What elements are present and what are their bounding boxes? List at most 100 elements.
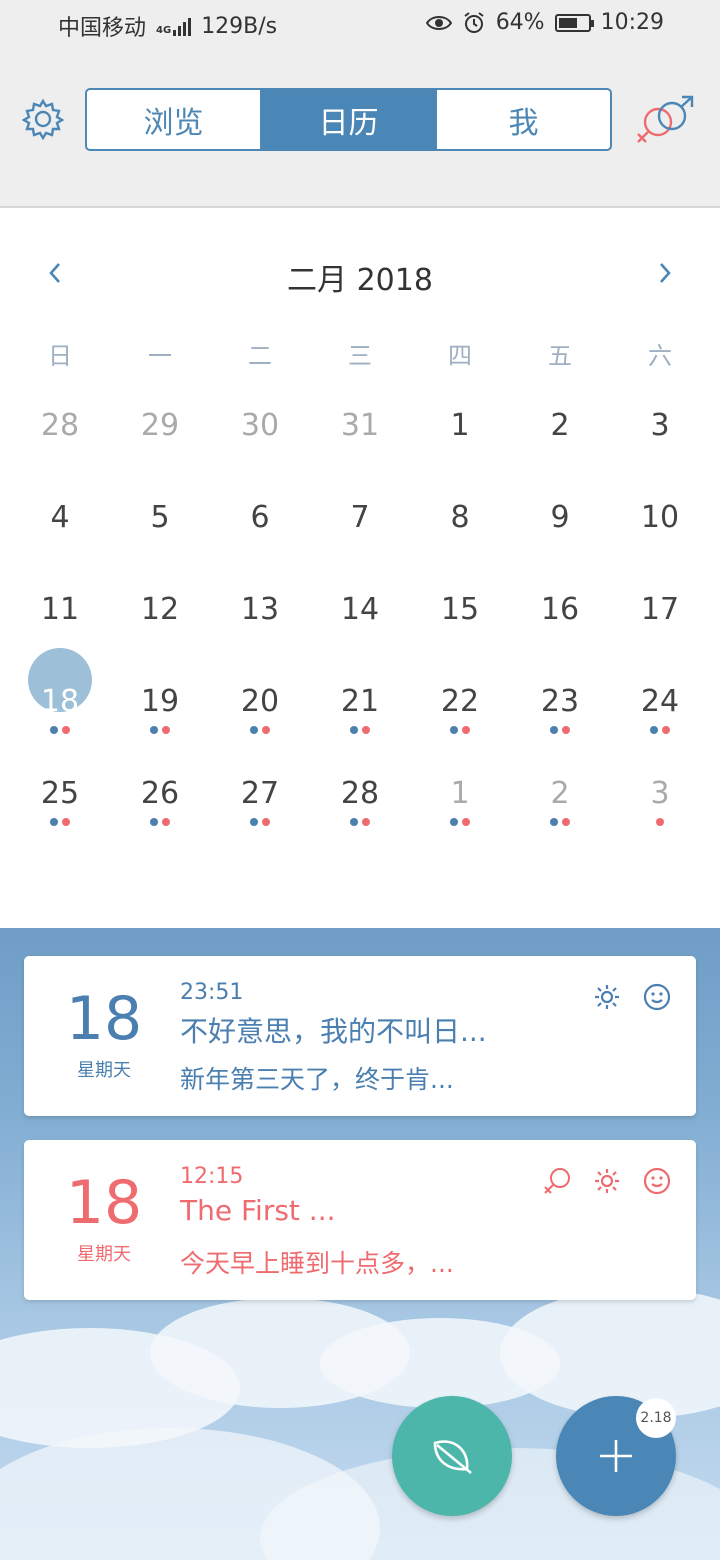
red-dot bbox=[62, 818, 70, 826]
gender-icon[interactable] bbox=[634, 94, 698, 146]
day-number: 1 bbox=[450, 408, 470, 443]
leaf-button[interactable] bbox=[392, 1396, 512, 1516]
entry-indicator-dots bbox=[310, 818, 410, 826]
tab-me[interactable]: 我 bbox=[437, 90, 610, 149]
day-number: 24 bbox=[640, 684, 680, 719]
entry-day: 18 bbox=[65, 1168, 143, 1238]
day-number: 18 bbox=[40, 684, 80, 719]
weekday-label: 四 bbox=[448, 342, 472, 370]
calendar-day[interactable]: 20 bbox=[210, 656, 310, 748]
calendar-day[interactable]: 10 bbox=[610, 472, 710, 564]
blue-dot bbox=[50, 818, 58, 826]
calendar-grid: 28 29 30 31 1 2 3 4 5 6 7 8 9 10 11 12 13 14 15 16 17 18 19 20 2… bbox=[10, 380, 710, 840]
day-number: 11 bbox=[40, 592, 80, 627]
calendar-day[interactable]: 28 bbox=[310, 748, 410, 840]
blue-dot bbox=[150, 818, 158, 826]
blue-dot bbox=[150, 726, 158, 734]
entry-day: 18 bbox=[65, 984, 143, 1054]
tab-browse[interactable]: 浏览 bbox=[87, 90, 262, 149]
calendar-day[interactable]: 1 bbox=[410, 380, 510, 472]
calendar-day[interactable]: 2 bbox=[510, 380, 610, 472]
day-number: 26 bbox=[140, 776, 180, 811]
day-number: 16 bbox=[540, 592, 580, 627]
calendar-day[interactable]: 4 bbox=[10, 472, 110, 564]
calendar-day[interactable]: 26 bbox=[110, 748, 210, 840]
calendar-day[interactable]: 25 bbox=[10, 748, 110, 840]
day-number: 25 bbox=[40, 776, 80, 811]
calendar-day[interactable]: 31 bbox=[310, 380, 410, 472]
calendar-day[interactable]: 17 bbox=[610, 564, 710, 656]
battery-percent: 64% bbox=[495, 10, 545, 35]
status-bar: 中国移动 4G 129B/s 64% 10:29 bbox=[0, 0, 720, 50]
network-indicator: 4G bbox=[156, 16, 192, 36]
view-switcher: 浏览 日历 我 bbox=[85, 88, 612, 151]
blue-dot bbox=[50, 726, 58, 734]
settings-gear-icon[interactable] bbox=[22, 98, 64, 140]
day-number: 15 bbox=[440, 592, 480, 627]
calendar-day[interactable]: 16 bbox=[510, 564, 610, 656]
blue-dot bbox=[250, 818, 258, 826]
entry-indicator-dots bbox=[610, 818, 710, 826]
day-number: 21 bbox=[340, 684, 380, 719]
calendar-day[interactable]: 12 bbox=[110, 564, 210, 656]
day-number: 10 bbox=[640, 500, 680, 535]
tab-calendar[interactable]: 日历 bbox=[262, 90, 437, 149]
calendar-day[interactable]: 9 bbox=[510, 472, 610, 564]
day-number: 8 bbox=[450, 500, 470, 535]
calendar-day[interactable]: 3 bbox=[610, 380, 710, 472]
blue-dot bbox=[450, 726, 458, 734]
alarm-icon bbox=[464, 11, 484, 33]
entry-card[interactable]: 18 星期天 12:15 The First ... 今天早上睡到十点多，... bbox=[24, 1140, 696, 1300]
entry-indicator-dots bbox=[310, 726, 410, 734]
calendar-day[interactable]: 11 bbox=[10, 564, 110, 656]
entry-indicator-dots bbox=[10, 726, 110, 734]
blue-dot bbox=[250, 726, 258, 734]
calendar-day[interactable]: 27 bbox=[210, 748, 310, 840]
calendar-day[interactable]: 29 bbox=[110, 380, 210, 472]
day-number: 14 bbox=[340, 592, 380, 627]
day-number: 3 bbox=[650, 408, 670, 443]
calendar-day[interactable]: 7 bbox=[310, 472, 410, 564]
calendar-day[interactable]: 14 bbox=[310, 564, 410, 656]
entry-indicator-dots bbox=[610, 726, 710, 734]
calendar-day[interactable]: 30 bbox=[210, 380, 310, 472]
entry-title: 不好意思，我的不叫日... bbox=[180, 1015, 487, 1048]
blue-dot bbox=[550, 818, 558, 826]
calendar-day[interactable]: 3 bbox=[610, 748, 710, 840]
calendar-month-title: 二月 2018 bbox=[287, 263, 433, 298]
entry-card[interactable]: 18 星期天 23:51 不好意思，我的不叫日... 新年第三天了，终于肯... bbox=[24, 956, 696, 1116]
red-dot bbox=[362, 726, 370, 734]
red-dot bbox=[656, 818, 664, 826]
calendar-day-selected[interactable]: 18 bbox=[10, 648, 110, 748]
day-number: 6 bbox=[250, 500, 270, 535]
day-number: 22 bbox=[440, 684, 480, 719]
calendar-day[interactable]: 23 bbox=[510, 656, 610, 748]
chevron-right-icon[interactable] bbox=[650, 258, 680, 288]
day-number: 7 bbox=[350, 500, 370, 535]
weekday-label: 五 bbox=[548, 342, 572, 370]
calendar-day[interactable]: 15 bbox=[410, 564, 510, 656]
clock: 10:29 bbox=[600, 10, 664, 35]
sun-icon bbox=[595, 985, 619, 1009]
calendar-day[interactable]: 13 bbox=[210, 564, 310, 656]
day-number: 31 bbox=[340, 408, 380, 443]
calendar-day[interactable]: 22 bbox=[410, 656, 510, 748]
calendar-day[interactable]: 28 bbox=[10, 380, 110, 472]
calendar-day[interactable]: 5 bbox=[110, 472, 210, 564]
calendar-day[interactable]: 8 bbox=[410, 472, 510, 564]
blue-dot bbox=[550, 726, 558, 734]
day-number: 29 bbox=[140, 408, 180, 443]
calendar-day[interactable]: 2 bbox=[510, 748, 610, 840]
day-number: 1 bbox=[450, 776, 470, 811]
red-dot bbox=[462, 726, 470, 734]
app-header: 浏览 日历 我 bbox=[0, 50, 720, 208]
calendar-day[interactable]: 19 bbox=[110, 656, 210, 748]
calendar-day[interactable]: 24 bbox=[610, 656, 710, 748]
calendar-day[interactable]: 1 bbox=[410, 748, 510, 840]
weekday-label: 二 bbox=[248, 342, 272, 370]
red-dot bbox=[462, 818, 470, 826]
calendar-day[interactable]: 21 bbox=[310, 656, 410, 748]
red-dot bbox=[162, 818, 170, 826]
entry-indicator-dots bbox=[110, 818, 210, 826]
calendar-day[interactable]: 6 bbox=[210, 472, 310, 564]
